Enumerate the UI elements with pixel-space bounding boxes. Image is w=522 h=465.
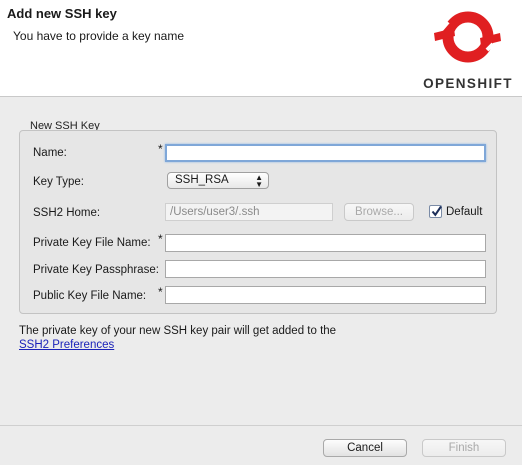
ssh2-preferences-link[interactable]: SSH2 Preferences: [19, 339, 114, 351]
ssh2-home-input[interactable]: /Users/user3/.ssh: [165, 203, 333, 221]
name-input[interactable]: [165, 144, 486, 162]
default-label: Default: [446, 206, 483, 218]
wizard-title: Add new SSH key: [7, 6, 117, 21]
cancel-button[interactable]: Cancel: [323, 439, 407, 457]
passphrase-input[interactable]: [165, 260, 486, 278]
private-key-label: Private Key File Name:: [33, 237, 151, 249]
passphrase-label: Private Key Passphrase:: [33, 264, 159, 276]
public-key-required-marker: *: [158, 285, 163, 299]
info-text: The private key of your new SSH key pair…: [19, 325, 337, 337]
ssh2-home-label: SSH2 Home:: [33, 207, 101, 219]
wizard-message: You have to provide a key name: [13, 29, 185, 43]
key-type-select[interactable]: SSH_RSA ▲ ▼: [167, 172, 269, 189]
private-key-input[interactable]: [165, 234, 486, 252]
key-type-value: SSH_RSA: [175, 174, 229, 186]
public-key-input[interactable]: [165, 286, 486, 304]
browse-button[interactable]: Browse...: [344, 203, 414, 221]
updown-arrows-icon: ▲ ▼: [255, 173, 263, 189]
name-required-marker: *: [158, 142, 163, 156]
openshift-logo: OPENSHIFT: [420, 4, 516, 94]
name-label: Name:: [33, 147, 67, 159]
wizard-banner: Add new SSH key You have to provide a ke…: [0, 0, 522, 97]
public-key-label: Public Key File Name:: [33, 290, 147, 302]
checkmark-icon: [431, 205, 442, 217]
footer-divider: [0, 425, 522, 426]
finish-button[interactable]: Finish: [422, 439, 506, 457]
openshift-logo-icon: [434, 11, 501, 63]
private-key-required-marker: *: [158, 232, 163, 246]
default-checkbox[interactable]: [429, 205, 442, 218]
key-type-label: Key Type:: [33, 176, 84, 188]
openshift-logo-text: OPENSHIFT: [423, 76, 513, 91]
